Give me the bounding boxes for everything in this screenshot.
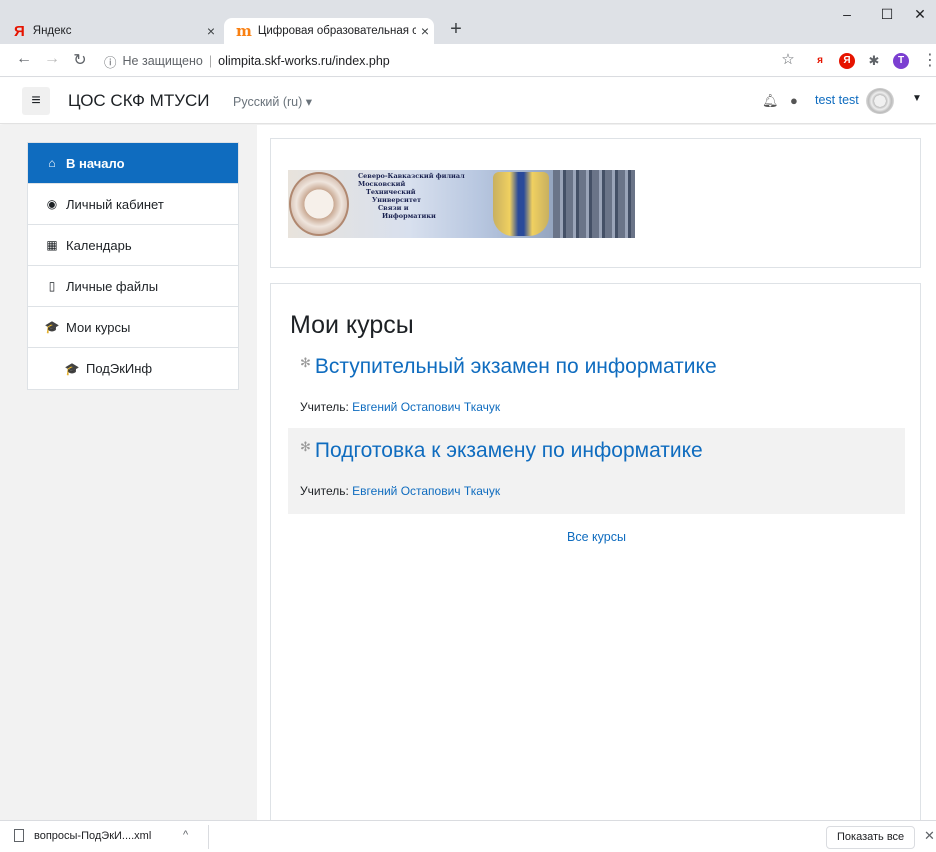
security-label: Не защищено [122,54,203,68]
teacher-link[interactable]: Евгений Остапович Ткачук [352,484,500,498]
messages-chat-icon[interactable]: ● [790,93,798,108]
extensions-puzzle-icon[interactable]: ✱ [866,53,882,69]
drawer-item-my-courses[interactable]: 🎓 Мои курсы [28,307,238,348]
tab-moodle[interactable]: m Цифровая образовательная сре × [224,18,434,44]
yandex-browser-extension-icon[interactable]: Я [839,53,855,69]
download-filename: вопросы-ПодЭкИ....xml [34,829,152,842]
download-bar: вопросы-ПодЭкИ....xml ^ Показать все ✕ [0,820,936,852]
course-teacher: Учитель: Евгений Остапович Ткачук [300,400,501,414]
user-avatar[interactable] [866,88,894,114]
banner-card: Северо-Кавказский филиал Московский Техн… [270,138,921,268]
course-link[interactable]: ✻ Вступительный экзамен по информатике [300,355,717,379]
user-name[interactable]: test test [815,93,859,107]
yandex-extension-icon[interactable]: я [812,53,828,69]
moodle-logo-icon: m [236,22,252,40]
course-teacher: Учитель: Евгений Остапович Ткачук [300,484,501,498]
my-courses-card: Мои курсы ✻ Вступительный экзамен по инфо… [270,283,921,828]
hamburger-menu-icon[interactable]: ≡ [22,87,50,115]
drawer-item-label: В начало [66,155,125,171]
notification-bell-icon[interactable]: 🔔︎ [762,93,779,109]
dashboard-icon: ◉ [46,197,58,211]
maximize-button[interactable]: ☐ [872,6,902,23]
site-navbar: ≡ ЦОС СКФ МТУСИ Русский (ru) ▾ 🔔︎ ● test… [0,78,936,124]
tab-close-icon[interactable]: × [202,23,220,39]
course-icon: ✻ [300,355,311,370]
close-window-button[interactable]: ✕ [905,6,935,23]
drawer-item-course[interactable]: 🎓 ПодЭкИнф [28,348,238,389]
course-item: ✻ Подготовка к экзамену по информатике Уч… [288,428,905,514]
home-icon: ⌂ [48,156,56,170]
tab-yandex[interactable]: Я Яндекс × [14,18,220,44]
file-icon [14,829,24,842]
tab-close-icon[interactable]: × [416,23,434,39]
url-field[interactable]: ⓘ Не защищено | olimpita.skf-works.ru/in… [104,50,804,72]
page-title: Мои курсы [290,311,414,339]
banner-text: Северо-Кавказский филиал Московский Техн… [358,172,465,220]
drawer-item-dashboard[interactable]: ◉ Личный кабинет [28,184,238,225]
drawer-item-home[interactable]: ⌂ В начало [28,143,238,184]
browser-tabstrip: Я Яндекс × m Цифровая образовательная ср… [0,0,936,44]
drawer-item-label: ПодЭкИнф [86,361,153,376]
forward-arrow-icon[interactable]: → [42,50,62,68]
calendar-icon: ▦ [46,238,58,252]
tab-title: Яндекс [32,25,72,37]
bookmark-star-icon[interactable]: ☆ [778,50,798,68]
drawer-item-label: Личный кабинет [66,196,164,212]
divider [208,825,209,849]
reload-icon[interactable]: ↻ [70,50,90,70]
close-icon[interactable]: ✕ [924,828,935,844]
coat-of-arms-icon [493,172,549,236]
download-item[interactable]: вопросы-ПодЭкИ....xml [14,829,151,842]
drawer-item-private-files[interactable]: ▯ Личные файлы [28,266,238,307]
drawer-item-label: Личные файлы [66,278,159,294]
nav-drawer: ⌂ В начало ◉ Личный кабинет ▦ Календарь … [27,142,239,390]
tab-title: Цифровая образовательная сре [257,25,416,37]
teacher-link[interactable]: Евгений Остапович Ткачук [352,400,500,414]
all-courses-link[interactable]: Все курсы [271,530,922,544]
address-bar: ← → ↻ ⓘ Не защищено | olimpita.skf-works… [0,44,936,77]
drawer-item-label: Календарь [66,237,132,253]
course-link[interactable]: ✻ Подготовка к экзамену по информатике [300,439,703,463]
chevron-up-icon[interactable]: ^ [183,829,188,841]
info-icon[interactable]: ⓘ [104,52,117,71]
user-menu-caret-icon[interactable]: ▼ [912,93,922,104]
browser-menu-icon[interactable]: ⋮ [920,50,936,70]
back-arrow-icon[interactable]: ← [14,50,34,68]
university-seal-icon [289,172,349,236]
url-text: olimpita.skf-works.ru/index.php [218,54,390,68]
language-menu[interactable]: Русский (ru) ▾ [233,94,312,109]
drawer-item-label: Мои курсы [66,319,131,335]
graduation-cap-icon: 🎓 [64,361,80,376]
file-icon: ▯ [48,279,56,293]
show-all-downloads-button[interactable]: Показать все [826,826,916,849]
university-banner: Северо-Кавказский филиал Московский Техн… [288,170,635,238]
new-tab-button[interactable]: + [444,18,468,42]
graduation-cap-icon: 🎓 [44,320,60,334]
url-separator: | [208,54,213,68]
course-item: ✻ Вступительный экзамен по информатике Уч… [288,344,905,424]
profile-avatar-icon[interactable]: T [893,53,909,69]
minimize-button[interactable]: – [832,6,862,22]
yandex-logo-icon: Я [14,22,25,40]
drawer-item-calendar[interactable]: ▦ Календарь [28,225,238,266]
site-name[interactable]: ЦОС СКФ МТУСИ [68,91,210,111]
course-icon: ✻ [300,439,311,454]
building-photo [553,170,635,238]
